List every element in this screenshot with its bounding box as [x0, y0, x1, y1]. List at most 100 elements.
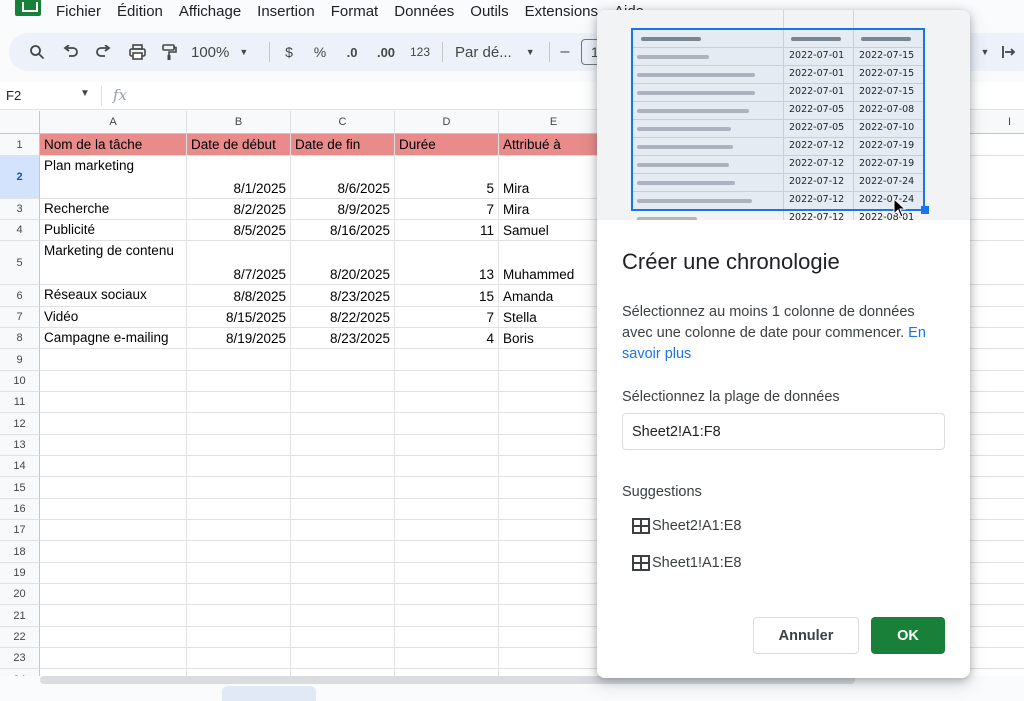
row-header[interactable]: 7 — [0, 307, 40, 328]
menu-item[interactable]: Édition — [117, 3, 163, 20]
table-cell[interactable] — [291, 648, 395, 669]
cancel-button[interactable]: Annuler — [753, 617, 859, 654]
table-cell[interactable] — [187, 563, 291, 584]
suggestion-item[interactable]: Sheet2!A1:E8 — [632, 518, 742, 534]
table-cell[interactable] — [40, 435, 187, 456]
row-header[interactable]: 14 — [0, 456, 40, 477]
table-cell[interactable] — [499, 541, 609, 563]
table-cell[interactable] — [499, 371, 609, 392]
table-cell[interactable]: 8/9/2025 — [291, 199, 395, 220]
table-cell[interactable]: 4 — [395, 328, 499, 349]
table-cell[interactable] — [291, 413, 395, 435]
column-header[interactable]: D — [395, 111, 499, 134]
table-cell[interactable] — [395, 349, 499, 371]
table-cell[interactable]: Plan marketing — [40, 156, 187, 199]
table-cell[interactable] — [291, 477, 395, 499]
table-cell[interactable] — [187, 499, 291, 520]
table-cell[interactable] — [499, 392, 609, 413]
menu-item[interactable]: Format — [331, 3, 379, 20]
zoom-select[interactable]: 100% ▼ — [191, 33, 261, 71]
sheet-tab-active[interactable] — [222, 686, 316, 701]
redo-icon[interactable] — [91, 33, 115, 71]
header-cell[interactable]: Date de début — [187, 134, 291, 156]
column-header[interactable]: E — [499, 111, 609, 134]
table-cell[interactable] — [499, 456, 609, 477]
row-header[interactable]: 20 — [0, 584, 40, 605]
table-cell[interactable] — [291, 541, 395, 563]
currency-button[interactable]: $ — [279, 33, 299, 71]
table-cell[interactable] — [40, 648, 187, 669]
number-format-button[interactable]: 123 — [408, 33, 432, 71]
table-cell[interactable]: 8/6/2025 — [291, 156, 395, 199]
column-header[interactable]: B — [187, 111, 291, 134]
table-cell[interactable]: Vidéo — [40, 307, 187, 328]
menu-item[interactable]: Insertion — [257, 3, 315, 20]
row-header[interactable]: 19 — [0, 563, 40, 584]
table-cell[interactable]: Mira — [499, 156, 609, 199]
row-header[interactable]: 8 — [0, 328, 40, 349]
table-cell[interactable]: 8/15/2025 — [187, 307, 291, 328]
table-cell[interactable] — [395, 499, 499, 520]
undo-icon[interactable] — [59, 33, 83, 71]
row-header[interactable]: 24 — [0, 669, 40, 676]
table-cell[interactable] — [499, 605, 609, 627]
menu-item[interactable]: Extensions — [525, 3, 598, 20]
table-cell[interactable] — [187, 627, 291, 648]
table-cell[interactable] — [291, 499, 395, 520]
table-cell[interactable]: 8/2/2025 — [187, 199, 291, 220]
header-cell[interactable]: Attribué à — [499, 134, 609, 156]
table-cell[interactable]: 8/23/2025 — [291, 285, 395, 307]
table-cell[interactable] — [395, 413, 499, 435]
row-header[interactable]: 15 — [0, 477, 40, 499]
table-cell[interactable] — [499, 435, 609, 456]
table-cell[interactable] — [187, 477, 291, 499]
table-cell[interactable] — [499, 584, 609, 605]
row-header[interactable]: 11 — [0, 392, 40, 413]
table-cell[interactable]: Marketing de contenu — [40, 241, 187, 285]
table-cell[interactable] — [395, 648, 499, 669]
row-header[interactable]: 6 — [0, 285, 40, 307]
table-cell[interactable] — [40, 605, 187, 627]
row-header[interactable]: 16 — [0, 499, 40, 520]
table-cell[interactable] — [187, 541, 291, 563]
table-cell[interactable] — [40, 392, 187, 413]
table-cell[interactable] — [395, 563, 499, 584]
table-cell[interactable]: Publicité — [40, 220, 187, 241]
table-cell[interactable] — [291, 349, 395, 371]
row-header[interactable]: 21 — [0, 605, 40, 627]
table-cell[interactable] — [499, 563, 609, 584]
font-select[interactable]: Par dé... ▼ — [455, 33, 541, 71]
menu-item[interactable]: Affichage — [179, 3, 241, 20]
table-cell[interactable]: 7 — [395, 307, 499, 328]
table-cell[interactable]: Amanda — [499, 285, 609, 307]
table-cell[interactable]: Recherche — [40, 199, 187, 220]
header-cell[interactable]: Durée — [395, 134, 499, 156]
table-cell[interactable] — [291, 563, 395, 584]
table-cell[interactable] — [291, 392, 395, 413]
header-cell[interactable]: Date de fin — [291, 134, 395, 156]
table-cell[interactable] — [395, 520, 499, 541]
table-cell[interactable] — [291, 371, 395, 392]
table-cell[interactable] — [499, 477, 609, 499]
table-cell[interactable] — [40, 349, 187, 371]
row-header[interactable]: 5 — [0, 241, 40, 285]
table-cell[interactable]: Stella — [499, 307, 609, 328]
table-cell[interactable]: Samuel — [499, 220, 609, 241]
row-header[interactable]: 4 — [0, 220, 40, 241]
table-cell[interactable]: 11 — [395, 220, 499, 241]
table-cell[interactable] — [40, 371, 187, 392]
table-cell[interactable] — [395, 605, 499, 627]
table-cell[interactable] — [40, 499, 187, 520]
table-cell[interactable] — [291, 627, 395, 648]
percent-button[interactable]: % — [309, 33, 331, 71]
table-cell[interactable]: 8/16/2025 — [291, 220, 395, 241]
increase-decimals-button[interactable]: .00 — [373, 33, 399, 71]
table-cell[interactable] — [395, 669, 499, 676]
select-all-corner[interactable] — [0, 111, 40, 134]
table-cell[interactable]: 8/7/2025 — [187, 241, 291, 285]
row-header[interactable]: 3 — [0, 199, 40, 220]
text-direction-icon[interactable] — [1001, 33, 1017, 71]
table-cell[interactable]: 8/5/2025 — [187, 220, 291, 241]
paint-format-icon[interactable] — [157, 33, 181, 71]
table-cell[interactable] — [40, 520, 187, 541]
